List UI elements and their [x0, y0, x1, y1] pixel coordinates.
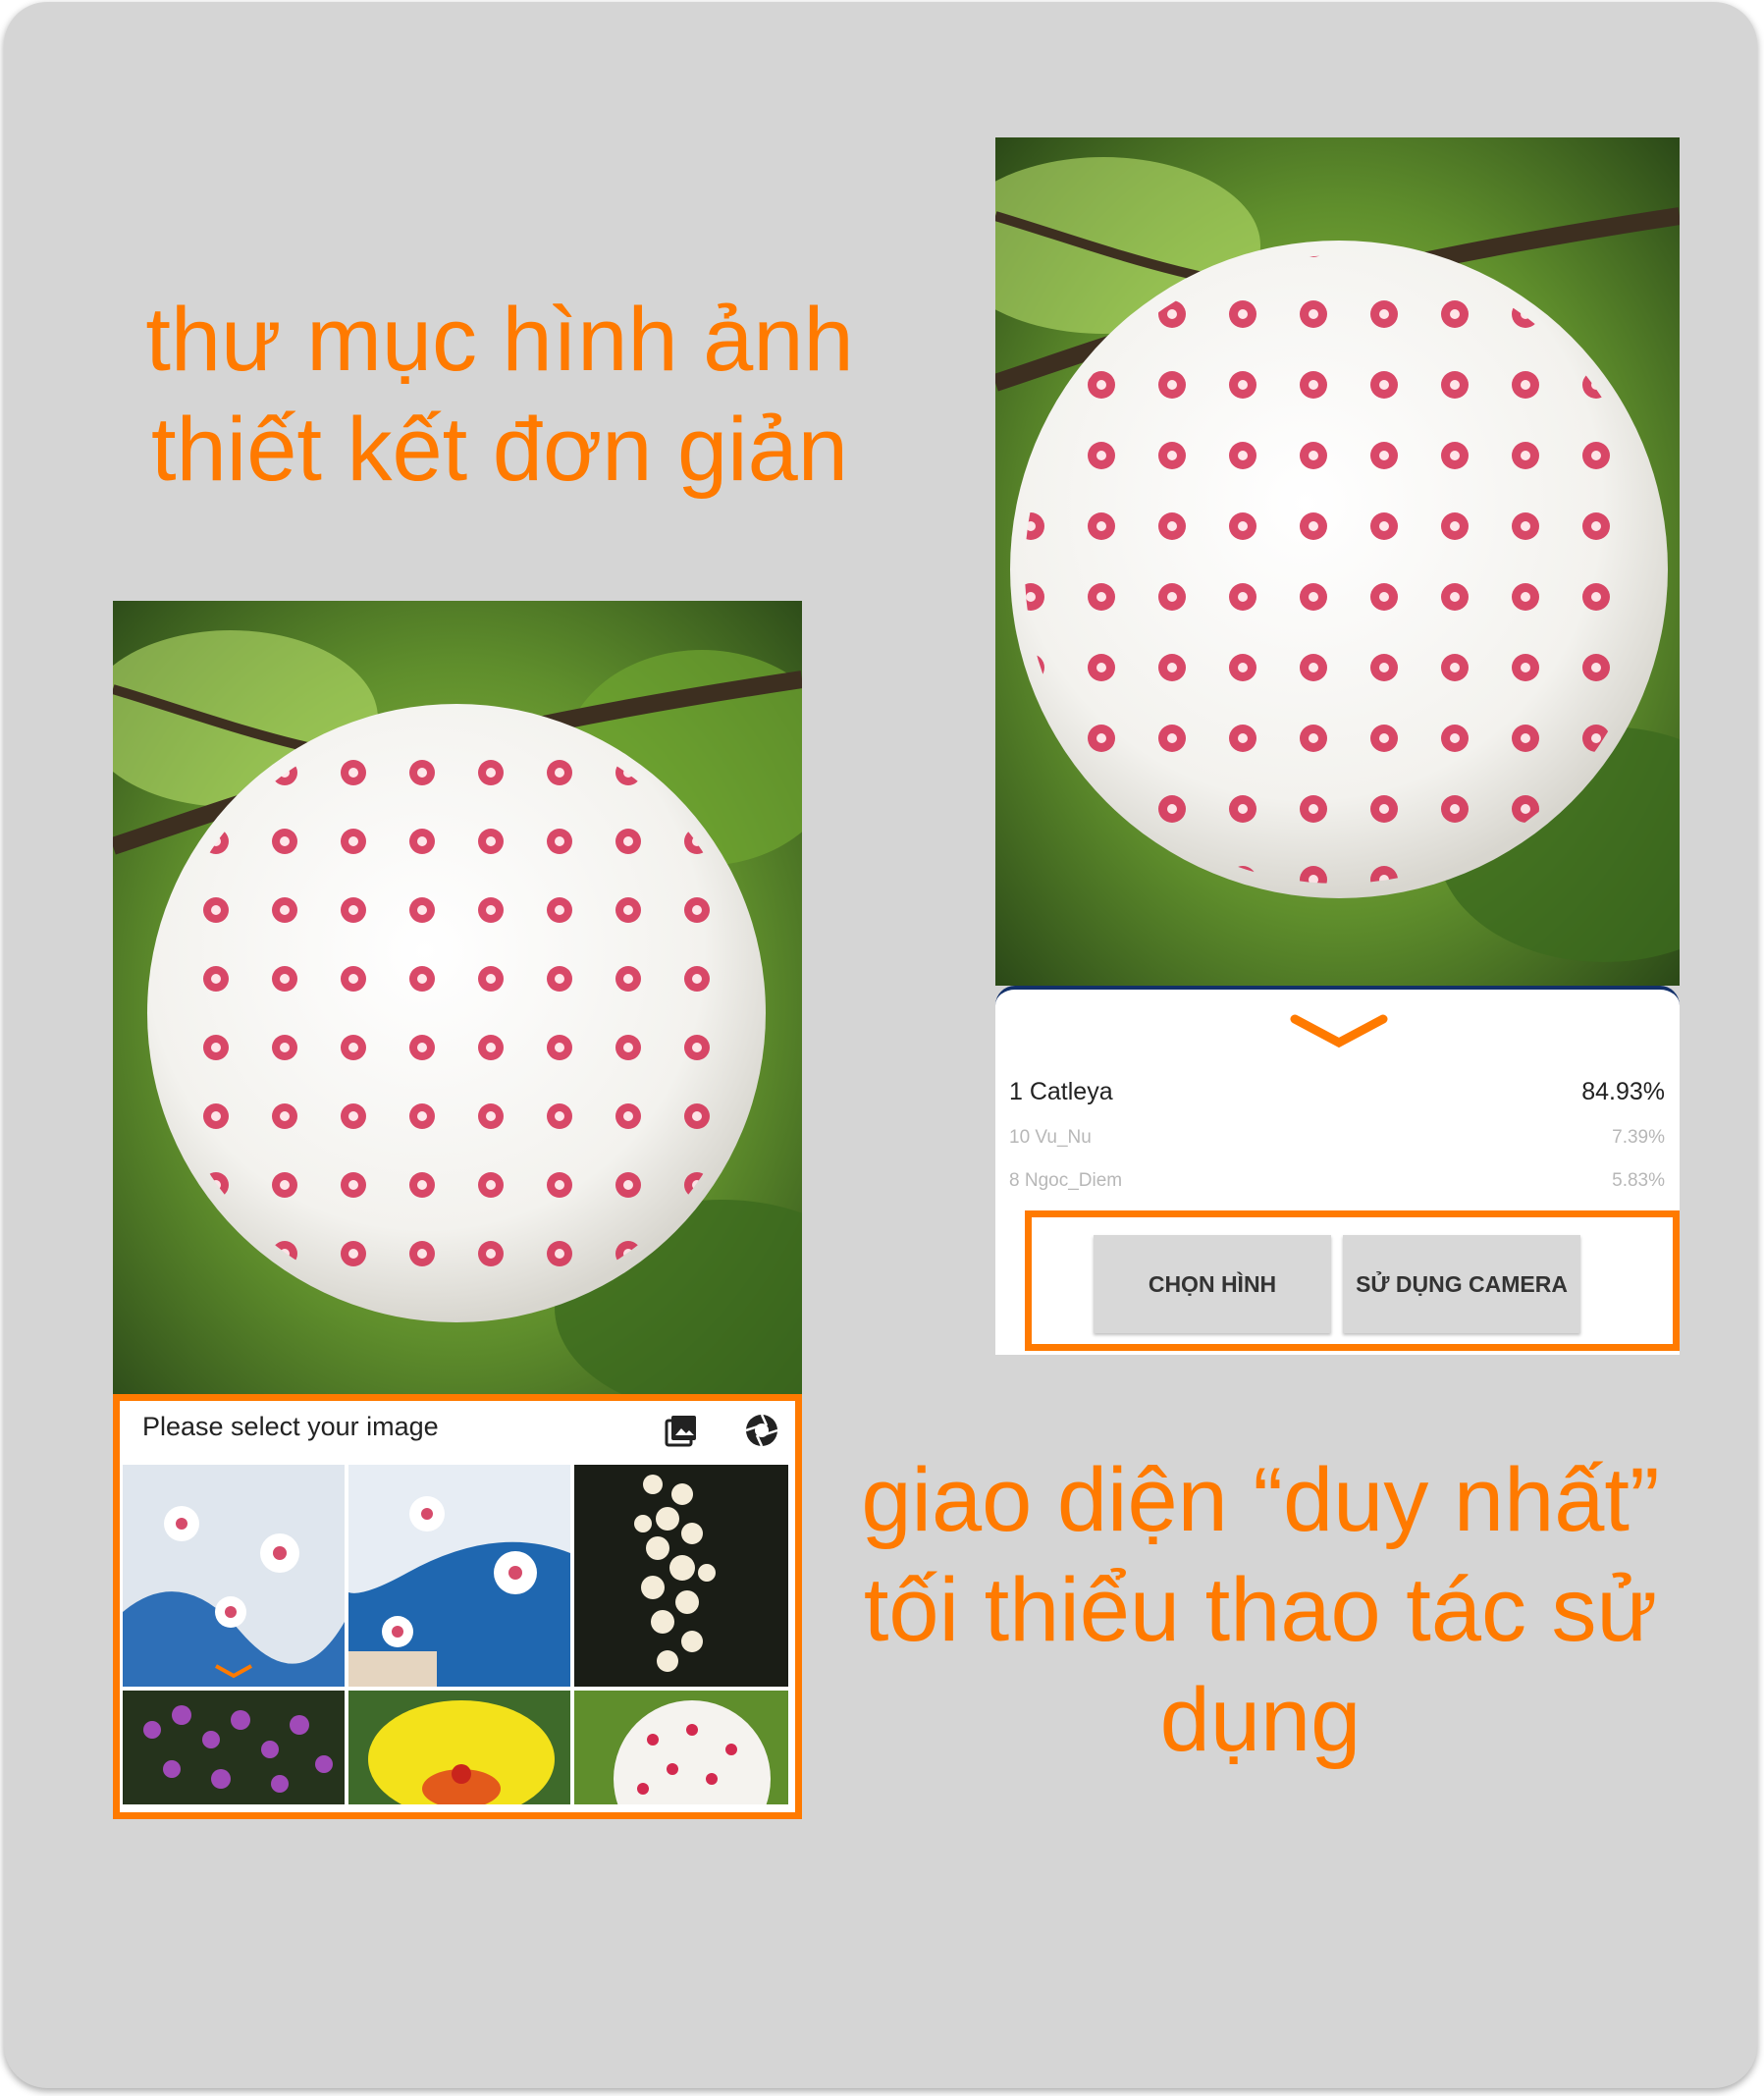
caption-single-ui-line1: giao diện “duy nhất”	[861, 1450, 1660, 1550]
caption-gallery: thư mục hình ảnh thiết kết đơn giản	[63, 285, 936, 505]
gallery-thumbnail[interactable]	[574, 1465, 788, 1687]
result-value: 5.83%	[1612, 1170, 1665, 1191]
caption-single-ui-line2: tối thiểu thao tác sử	[863, 1560, 1658, 1660]
result-row: 10 Vu_Nu 7.39%	[1009, 1127, 1665, 1149]
image-gallery-grid	[123, 1465, 790, 1804]
choose-image-button[interactable]: CHỌN HÌNH	[1094, 1235, 1331, 1333]
gallery-thumbnail[interactable]	[348, 1465, 570, 1687]
camera-shutter-icon[interactable]	[743, 1412, 780, 1449]
gallery-thumbnail[interactable]	[574, 1691, 788, 1804]
image-select-sheet: Please select your image	[113, 1394, 802, 1814]
result-row: 1 Catleya 84.93%	[1009, 1078, 1665, 1106]
result-label: 10 Vu_Nu	[1009, 1127, 1092, 1148]
gallery-thumbnail[interactable]	[123, 1465, 345, 1687]
sheet-title: Please select your image	[142, 1412, 439, 1441]
gallery-thumbnail[interactable]	[123, 1691, 345, 1804]
caption-gallery-line1: thư mục hình ảnh	[145, 290, 854, 390]
gallery-thumbnail[interactable]	[348, 1691, 570, 1804]
result-row: 8 Ngoc_Diem 5.83%	[1009, 1170, 1665, 1192]
chevron-down-icon[interactable]	[1290, 1011, 1388, 1050]
result-sheet: 1 Catleya 84.93% 10 Vu_Nu 7.39% 8 Ngoc_D…	[995, 986, 1680, 1355]
caption-single-ui-line3: dụng	[1159, 1670, 1362, 1770]
gallery-icon[interactable]	[663, 1412, 700, 1449]
caption-gallery-line2: thiết kết đơn giản	[151, 400, 848, 500]
left-flower-photo	[113, 601, 802, 1404]
caption-single-ui: giao diện “duy nhất” tối thiểu thao tác …	[809, 1445, 1712, 1775]
result-value: 7.39%	[1612, 1127, 1665, 1148]
use-camera-button[interactable]: SỬ DỤNG CAMERA	[1343, 1235, 1580, 1333]
result-value: 84.93%	[1581, 1078, 1665, 1105]
result-label: 8 Ngoc_Diem	[1009, 1170, 1123, 1191]
result-label: 1 Catleya	[1009, 1078, 1113, 1105]
right-flower-photo	[995, 137, 1680, 986]
